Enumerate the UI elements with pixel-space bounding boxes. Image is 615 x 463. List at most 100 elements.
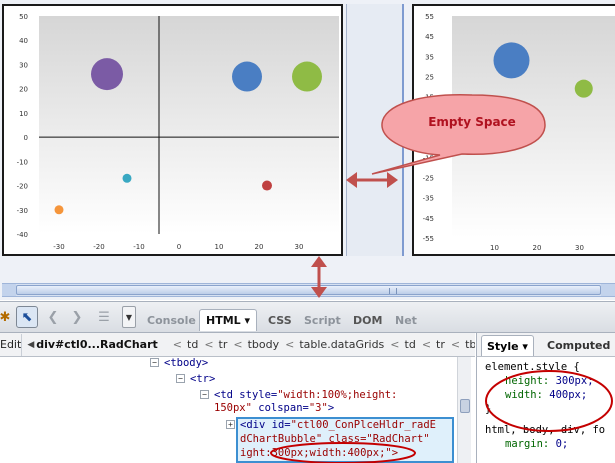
bubble-point	[532, 126, 542, 136]
breadcrumb-item[interactable]: tr	[436, 338, 445, 351]
breadcrumb-separator: <	[390, 338, 400, 351]
x-tick-label: 30	[295, 243, 304, 251]
x-tick-label: 10	[490, 244, 499, 252]
y-tick-label: -20	[17, 183, 28, 191]
expand-icon[interactable]: +	[226, 420, 235, 429]
breadcrumb-item[interactable]: table.dataGrids	[299, 338, 384, 351]
y-tick-label: 20	[19, 86, 28, 94]
y-tick-label: 40	[19, 37, 28, 45]
tree-node-td[interactable]: − <td style="width:100%;height:	[200, 389, 397, 402]
chevron-down-icon[interactable]: ▼	[122, 306, 136, 328]
y-tick-label: -30	[17, 207, 28, 215]
scroll-thumb[interactable]	[460, 399, 470, 413]
plot-area	[39, 16, 339, 234]
tab-html[interactable]: HTML ▾	[199, 309, 258, 331]
css-rule-width[interactable]: width: 400px;	[505, 388, 587, 402]
breadcrumb-separator: <	[172, 338, 183, 351]
y-tick-label: 30	[19, 61, 28, 69]
callout-label: Empty Space	[428, 115, 516, 129]
forward-icon[interactable]: ❯	[70, 306, 84, 328]
page-horizontal-scrollbar[interactable]	[2, 283, 615, 297]
y-tick-label: 25	[425, 74, 434, 82]
breadcrumb-item[interactable]: td	[187, 338, 198, 351]
bubble-point	[292, 61, 322, 92]
y-tick-label: -25	[423, 174, 434, 182]
scroll-left-button[interactable]	[2, 284, 16, 296]
y-tick-label: 50	[19, 13, 28, 21]
css-rule-margin[interactable]: margin: 0;	[505, 437, 568, 451]
side-panel-tabs: Style ▾ Computed	[476, 333, 615, 357]
tab-css[interactable]: CSS	[262, 309, 298, 331]
breadcrumb-scroll-left-icon[interactable]: ◀	[27, 340, 34, 350]
y-tick-label: -10	[17, 158, 28, 166]
breadcrumb-separator: <	[421, 338, 432, 351]
menu-icon[interactable]: ☰	[95, 306, 113, 328]
breadcrumb-separator: <	[285, 338, 295, 351]
x-tick-label: 20	[533, 244, 542, 252]
tree-node-div-cont: dChartBubble" class="RadChart"	[240, 433, 430, 445]
x-tick-label: 20	[255, 243, 264, 251]
css-close-brace: }	[485, 403, 492, 415]
bubble-point	[91, 58, 123, 91]
y-tick-label: -45	[423, 215, 434, 223]
y-tick-label: 55	[425, 13, 434, 21]
breadcrumb-item[interactable]: tbody	[248, 338, 280, 351]
back-icon[interactable]: ❮	[46, 306, 60, 328]
breadcrumb-separator: <	[233, 338, 243, 351]
breadcrumb-item[interactable]: div#ctl0...RadChart	[36, 338, 158, 351]
css-selector: element.style {	[485, 361, 580, 373]
tab-script[interactable]: Script	[298, 309, 347, 331]
scroll-grip	[389, 288, 397, 294]
breadcrumb-item[interactable]: tbo	[465, 338, 475, 351]
firebug-icon[interactable]: ✱	[0, 306, 14, 328]
x-tick-label: -20	[93, 243, 104, 251]
collapse-icon[interactable]: −	[150, 358, 159, 367]
breadcrumb-item[interactable]: td	[405, 338, 416, 351]
bubble-point	[574, 79, 593, 98]
tab-computed[interactable]: Computed	[545, 335, 612, 356]
bubble-point	[262, 180, 272, 191]
y-tick-label: 35	[425, 53, 434, 61]
edit-button[interactable]: Edit	[0, 333, 23, 356]
inspect-icon[interactable]: ⬉	[16, 306, 38, 328]
bubble-chart-left: 50 40 30 20 10 0 -10 -20 -30 -40 -30 -20 -10 0 10 20 30	[2, 4, 343, 256]
x-tick-label: -30	[53, 243, 64, 251]
tab-style[interactable]: Style ▾	[481, 335, 534, 356]
tree-node-div[interactable]: + <div id="ctl00_ConPlceHldr_radE	[226, 419, 436, 432]
scroll-thumb[interactable]	[16, 285, 601, 295]
y-tick-label: -5	[427, 134, 434, 142]
y-tick-label: -55	[423, 235, 434, 243]
x-tick-label: 0	[177, 243, 181, 251]
tree-node-tbody[interactable]: − <tbody>	[150, 357, 208, 370]
x-tick-label: -10	[133, 243, 144, 251]
collapse-icon[interactable]: −	[176, 374, 185, 383]
tab-console[interactable]: Console	[141, 309, 202, 331]
y-tick-label: -40	[17, 231, 28, 239]
breadcrumb: Edit ◀ div#ctl0...RadChart < td < tr < t…	[0, 333, 475, 357]
style-panel: element.style { height: 300px; width: 40…	[476, 357, 615, 463]
bubble-point	[232, 61, 262, 92]
page-area: 50 40 30 20 10 0 -10 -20 -30 -40 -30 -20 -10 0 10 20 30…	[0, 0, 615, 300]
tree-node-div-cont2: ight:300px;width:400px;">	[240, 447, 399, 459]
bubble-chart-left-svg: 50 40 30 20 10 0 -10 -20 -30 -40 -30 -20 -10 0 10 20 30	[17, 13, 339, 251]
breadcrumb-separator: <	[204, 338, 214, 351]
css-selector: html, body, div, fo	[485, 424, 606, 436]
css-rule-height[interactable]: height: 300px;	[505, 374, 594, 388]
bubble-chart-right-svg: 55453525155-5-15-25-35-45-55 10 20 30	[423, 13, 615, 252]
y-tick-label: 10	[19, 110, 28, 118]
tab-dom[interactable]: DOM	[347, 309, 388, 331]
breadcrumb-separator: <	[450, 338, 461, 351]
breadcrumb-item[interactable]: tr	[219, 338, 228, 351]
y-tick-label: -15	[423, 154, 434, 162]
bubble-point	[493, 42, 530, 79]
y-tick-label: 15	[425, 94, 434, 102]
bubble-point	[54, 205, 64, 215]
tree-vertical-scrollbar[interactable]	[457, 357, 471, 463]
bubble-chart-right: 55 45 35 25 15 5 -5 -15 -25 -35 -45 -55 10 20 30	[412, 4, 615, 256]
y-tick-label: -35	[423, 195, 434, 203]
tab-net[interactable]: Net	[389, 309, 423, 331]
tree-node-tr[interactable]: − <tr>	[176, 373, 215, 386]
scroll-right-button[interactable]	[601, 284, 615, 296]
y-tick-label: 0	[24, 134, 28, 142]
collapse-icon[interactable]: −	[200, 390, 209, 399]
